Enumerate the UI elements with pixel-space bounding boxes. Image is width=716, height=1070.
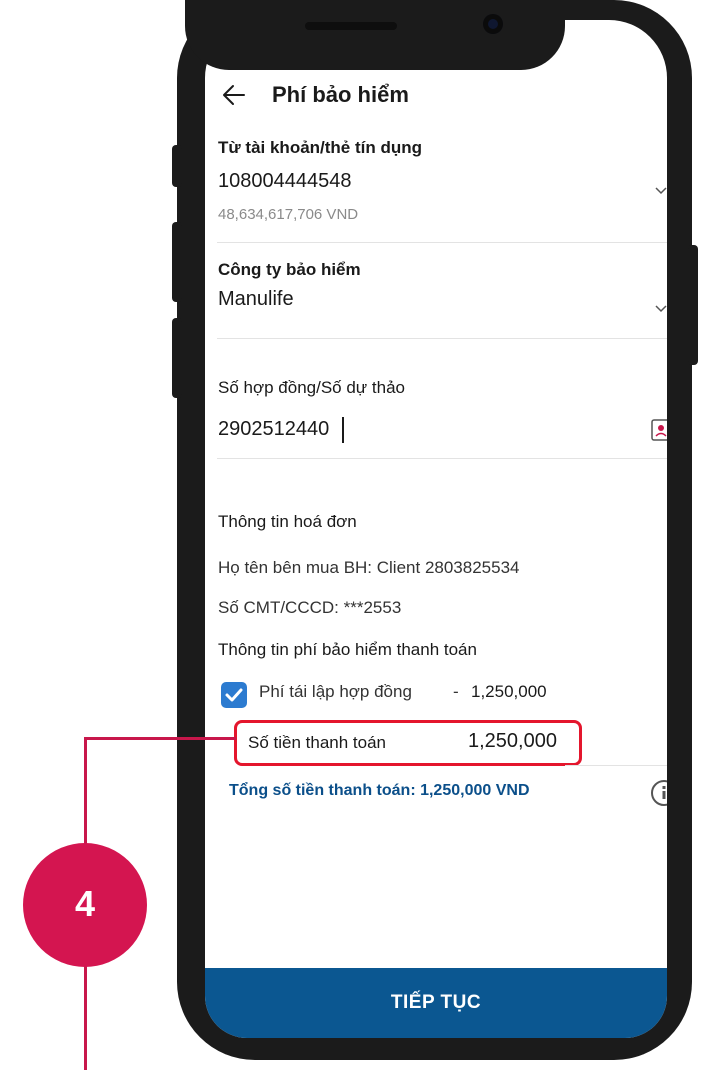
account-label: Từ tài khoản/thẻ tín dụng: [218, 138, 423, 157]
arrow-left-icon[interactable]: [221, 82, 247, 108]
contract-number-input[interactable]: 2902512440: [218, 418, 329, 441]
fee-item-label: Phí tái lập hợp đồng: [259, 682, 412, 701]
step-badge: 4: [23, 843, 147, 967]
page-title: Phí bảo hiểm: [272, 82, 409, 107]
divider: [217, 338, 667, 339]
annotation-line: [84, 737, 236, 740]
fee-item-dash: -: [453, 682, 459, 701]
chevron-down-icon[interactable]: [655, 304, 667, 314]
front-camera: [483, 14, 503, 34]
divider: [217, 242, 667, 243]
insurer-label: Công ty bảo hiểm: [218, 260, 361, 279]
insurer-select[interactable]: Manulife: [218, 288, 294, 311]
info-glyph: [662, 786, 666, 799]
chevron-down-icon[interactable]: [655, 186, 667, 196]
divider: [565, 765, 667, 766]
contact-card-icon[interactable]: [651, 418, 667, 442]
phone-screen: Phí bảo hiểm Từ tài khoản/thẻ tín dụng 1…: [205, 20, 667, 1038]
fee-item-checkbox[interactable]: [221, 682, 247, 708]
payment-amount-label: Số tiền thanh toán: [248, 733, 387, 752]
contract-label: Số hợp đồng/Số dự thảo: [218, 378, 405, 397]
id-number: Số CMT/CCCD: ***2553: [218, 598, 402, 617]
continue-button-label: TIẾP TỤC: [390, 992, 482, 1013]
phone-power-button: [688, 245, 698, 365]
account-balance: 48,634,617,706 VND: [218, 206, 359, 223]
buyer-name: Họ tên bên mua BH: Client 2803825534: [218, 558, 520, 577]
invoice-section-title: Thông tin hoá đơn: [218, 512, 357, 531]
speaker-grille: [305, 22, 397, 30]
divider: [217, 458, 667, 459]
step-number: 4: [74, 883, 96, 924]
phone-notch: [185, 0, 565, 70]
text-cursor: [342, 417, 344, 443]
payment-amount-input[interactable]: 1,250,000: [468, 730, 557, 753]
account-number[interactable]: 108004444548: [218, 170, 351, 193]
total-amount: Tổng số tiền thanh toán: 1,250,000 VND: [229, 782, 530, 799]
fee-item-amount: 1,250,000: [471, 682, 547, 701]
checkmark-icon: [225, 688, 243, 702]
continue-button[interactable]: TIẾP TỤC: [205, 968, 667, 1038]
phone-volume-up-button: [172, 222, 182, 302]
info-icon[interactable]: [651, 780, 667, 806]
phone-side-button: [172, 145, 182, 187]
fee-section-title: Thông tin phí bảo hiểm thanh toán: [218, 640, 477, 659]
insurance-payment-screen: Phí bảo hiểm Từ tài khoản/thẻ tín dụng 1…: [205, 20, 667, 1038]
phone-volume-down-button: [172, 318, 182, 398]
